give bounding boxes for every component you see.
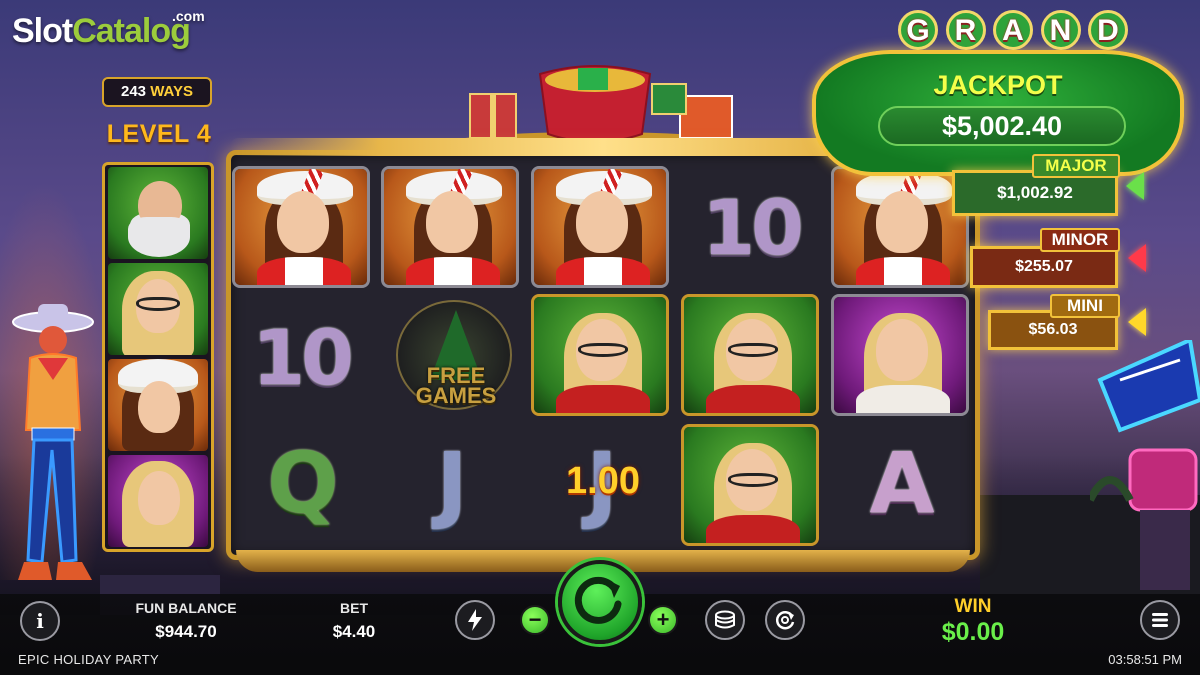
strip-santa-girl [108,359,208,451]
ways-count: 243 [121,83,147,100]
level-indicator: LEVEL 4 [106,120,212,148]
turbo-button[interactable] [455,600,495,640]
neon-cowboy-sign [12,304,94,580]
reel-win-amount: 1.00 [566,460,640,502]
major-jackpot-label: MAJOR [1032,154,1120,178]
symbol-blonde-girl [831,294,969,416]
minor-arrow-icon [1128,244,1146,272]
character-strip [102,162,214,552]
symbol-santa-girl [232,166,370,288]
menu-button[interactable] [1140,600,1180,640]
info-button[interactable]: i [20,601,60,641]
bet-label: BET [340,600,368,616]
grand-letter: A [993,10,1033,50]
grand-jackpot-title: JACKPOT [933,70,1063,100]
grand-letter: D [1088,10,1128,50]
autoplay-icon [775,611,795,630]
ways-badge: 243 WAYS [102,77,212,107]
grand-letter: G [898,10,938,50]
ways-label: WAYS [150,83,193,100]
strip-glasses-girl [108,263,208,355]
symbol-glasses-girl [681,424,819,546]
lightning-icon [468,609,482,631]
autoplay-button[interactable] [765,600,805,640]
hamburger-menu-icon [1152,613,1168,627]
bet-value: $4.40 [332,622,376,641]
free-games-label: FREE GAMES [415,363,497,408]
fun-balance-value: $944.70 [155,622,217,641]
grand-jackpot-amount: $5,002.40 [878,106,1126,146]
info-icon: i [36,609,44,633]
symbol-santa-girl [381,166,519,288]
bet-increase-button[interactable]: + [648,605,678,635]
neon-sign-right [1090,340,1200,590]
fun-balance-label: FUN BALANCE [135,600,237,616]
grand-letter: R [945,10,986,50]
spin-arrow-icon [574,576,622,624]
symbol-j: J [436,434,467,532]
strip-blonde-girl [108,455,208,547]
grand-jackpot-sign: G R A N D JACKPOT $5,002.40 [812,10,1184,180]
symbol-ten: 10 [702,182,804,272]
coins-icon [715,610,735,629]
win-value: $0.00 [941,618,1005,646]
symbol-ten: 10 [252,312,354,402]
symbol-glasses-girl [681,294,819,416]
grand-letters: G R A N D [898,10,1128,50]
strip-santa-claus [108,167,208,259]
spin-button[interactable] [558,560,642,644]
symbol-glasses-girl [531,294,669,416]
clock-time: 03:58:51 PM [1108,652,1182,667]
mini-arrow-icon [1128,308,1146,336]
symbol-a: A [869,434,934,532]
minor-jackpot-label: MINOR [1040,228,1120,252]
symbol-free-games: FREE GAMES [388,296,524,420]
symbol-santa-girl [831,166,969,288]
symbol-q: Q [267,434,338,532]
win-label: WIN [954,596,992,617]
grand-letter: N [1040,10,1081,50]
bet-decrease-button[interactable]: − [520,605,550,635]
slotcatalog-logo: SlotCatalog .com [12,8,205,50]
major-arrow-icon [1126,172,1144,200]
symbol-santa-girl [531,166,669,288]
mini-jackpot-label: MINI [1050,294,1120,318]
coins-button[interactable] [705,600,745,640]
game-title: EPIC HOLIDAY PARTY [18,652,159,667]
minor-jackpot-amount: $255.07 [970,246,1118,288]
